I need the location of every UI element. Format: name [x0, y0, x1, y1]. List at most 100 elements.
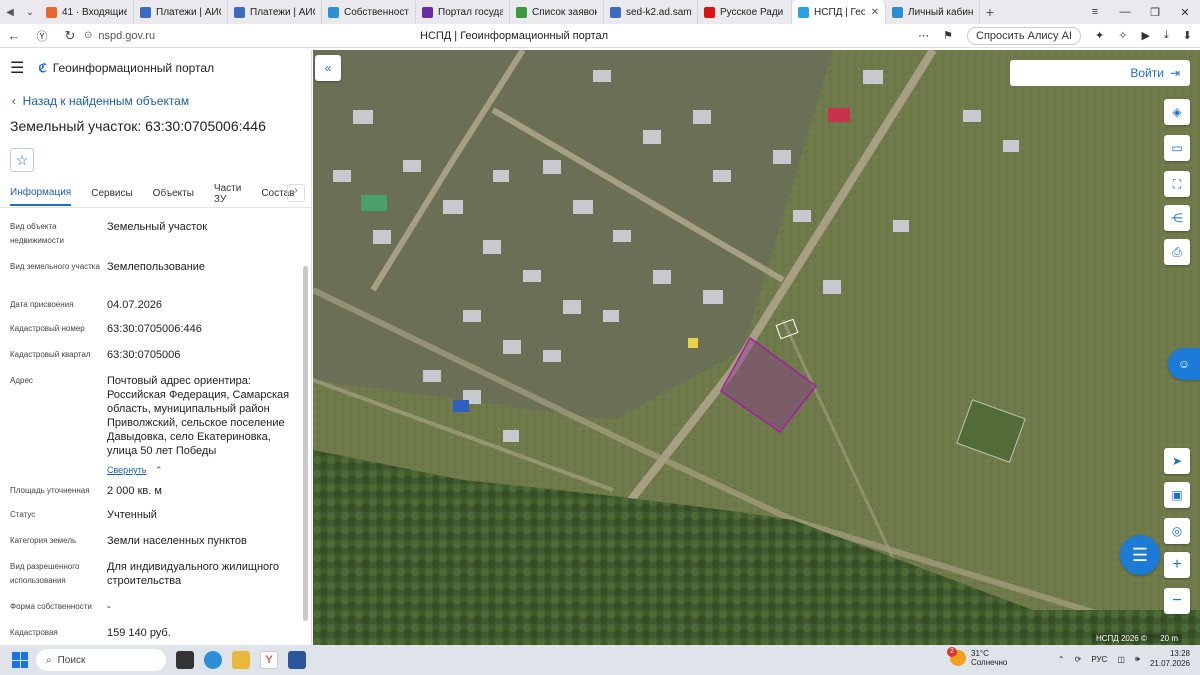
chat-bubble-icon[interactable]: ☰: [1120, 535, 1160, 575]
tab-objects[interactable]: Объекты: [153, 188, 194, 205]
download-icon[interactable]: ⤓: [1164, 29, 1169, 42]
task-view-icon[interactable]: [176, 651, 194, 669]
location-icon[interactable]: ◎: [1164, 518, 1190, 544]
browser-tab-strip: ◀ ⌄ 41 · Входящие — З Платежи | АИС го Пла…: [0, 0, 1200, 24]
weather-widget[interactable]: 2 31°C Солнечно: [947, 647, 1008, 667]
info-tabs: Информация Сервисы Объекты Части ЗУ Сост…: [0, 183, 311, 211]
property-key: Форма собственности: [10, 602, 92, 611]
tab-favicon-icon: [516, 6, 527, 18]
tab-info[interactable]: Информация: [10, 187, 72, 206]
favorite-star-icon[interactable]: ☆: [10, 148, 34, 172]
property-value: Земельный участок: [107, 221, 208, 233]
back-icon[interactable]: ←: [0, 28, 28, 43]
bookmark-icon[interactable]: ⚑: [943, 29, 953, 42]
browser-tab[interactable]: Портал государст: [416, 0, 510, 24]
browser-tab[interactable]: sed-k2.ad.samregi: [604, 0, 698, 24]
address-bar: ← Ⓨ ↻ ⊙ nspd.gov.ru НСПД | Геоинформацио…: [0, 24, 1200, 48]
new-tab-button[interactable]: +: [980, 4, 1000, 20]
property-value: Почтовый адрес ориентира: Российская Фед…: [107, 375, 290, 457]
login-button[interactable]: Войти ⇥: [1010, 60, 1190, 86]
browser-tab[interactable]: Русское Ради: [698, 0, 792, 24]
system-tray: ⌃ ⟳ РУС ◫ 🕪 13:28 21.07.2026: [1058, 649, 1190, 669]
network-icon[interactable]: ⟳: [1075, 655, 1082, 664]
tabs-scroll-right-icon[interactable]: ›: [287, 184, 305, 202]
browser-tab[interactable]: Платежи | АИС го: [134, 0, 228, 24]
minimap-icon[interactable]: ▣: [1164, 482, 1190, 508]
zoom-in-button[interactable]: +: [1164, 552, 1190, 578]
url-field[interactable]: nspd.gov.ru: [98, 30, 398, 42]
tab-list-chevron-icon[interactable]: ⌄: [20, 7, 40, 18]
page-title: НСПД | Геоинформационный портал: [420, 29, 609, 42]
extension-icon[interactable]: ✦: [1095, 29, 1104, 42]
tab-label: Платежи | АИС го: [156, 6, 221, 18]
weather-temp: 31°C: [971, 649, 989, 658]
sun-icon: 2: [947, 647, 966, 666]
windows-start-icon[interactable]: [12, 652, 28, 668]
layers-icon[interactable]: ◈: [1164, 99, 1190, 125]
close-window-button[interactable]: ✕: [1170, 6, 1200, 19]
tab-parts[interactable]: Части ЗУ: [214, 183, 241, 211]
print-icon[interactable]: ⎙: [1164, 239, 1190, 265]
property-key: Адрес: [10, 376, 33, 385]
browser-tab[interactable]: 41 · Входящие — З: [40, 0, 134, 24]
property-value: Для индивидуального жилищного строительс…: [107, 561, 280, 587]
volume-icon[interactable]: 🕪: [1135, 654, 1140, 664]
satellite-map[interactable]: « Войти ⇥ ◈ ▭ ⛶ ⋲ ⎙ ☺ ➤ ▣ ◎ ☰ + − НСПД 2…: [313, 50, 1200, 645]
clock[interactable]: 13:28 21.07.2026: [1150, 649, 1190, 669]
browser-tab[interactable]: Личный кабинет: [886, 0, 980, 24]
select-area-icon[interactable]: ⛶: [1164, 171, 1190, 197]
share-icon[interactable]: ⋲: [1164, 205, 1190, 231]
window-menu-icon[interactable]: ≡: [1080, 6, 1110, 19]
alice-button[interactable]: Спросить Алису AI: [967, 26, 1081, 45]
edge-icon[interactable]: [204, 651, 222, 669]
property-key: Категория земель: [10, 536, 77, 545]
ruler-icon[interactable]: ▭: [1164, 135, 1190, 161]
wifi-icon[interactable]: ◫: [1117, 655, 1125, 664]
chat-assistant-icon[interactable]: ☺: [1168, 348, 1200, 380]
login-icon: ⇥: [1169, 66, 1180, 80]
collapse-link[interactable]: Свернуть ⌃: [107, 460, 162, 478]
file-explorer-icon[interactable]: [232, 651, 250, 669]
property-value: 63:30:0705006: [107, 349, 181, 361]
downloads-icon[interactable]: ⬇: [1183, 29, 1192, 42]
tab-favicon-icon: [704, 6, 715, 18]
browser-tab[interactable]: Список заявок —: [510, 0, 604, 24]
chevron-up-icon[interactable]: ⌃: [1058, 655, 1065, 664]
panel-scrollbar[interactable]: [303, 266, 308, 621]
search-icon: ⌕: [46, 654, 52, 666]
object-title: Земельный участок: 63:30:0705006:446: [10, 118, 266, 134]
tab-favicon-icon: [798, 6, 809, 18]
maximize-button[interactable]: ❐: [1140, 6, 1170, 19]
yandex-browser-icon[interactable]: Y: [260, 651, 278, 669]
tab-services[interactable]: Сервисы: [91, 188, 132, 205]
puzzle-icon[interactable]: ✧: [1118, 29, 1127, 42]
yandex-icon[interactable]: Ⓨ: [28, 28, 56, 44]
word-icon[interactable]: [288, 651, 306, 669]
minimize-button[interactable]: —: [1110, 6, 1140, 19]
clock-date: 21.07.2026: [1149, 659, 1190, 668]
taskbar-search-input[interactable]: ⌕ Поиск: [36, 649, 166, 671]
zoom-out-button[interactable]: −: [1164, 588, 1190, 614]
tab-favicon-icon: [610, 6, 621, 18]
browser-tab[interactable]: НСПД | Геоинф ✕: [792, 0, 886, 24]
tab-favicon-icon: [140, 6, 151, 18]
play-icon[interactable]: ▶: [1141, 29, 1149, 42]
tab-label: Личный кабинет: [908, 6, 973, 18]
property-key: Вид объекта недвижимости: [10, 222, 64, 245]
property-value: 2 000 кв. м: [107, 485, 162, 497]
menu-icon[interactable]: ☰: [10, 58, 24, 78]
browser-tab[interactable]: Платежи | АИС го: [228, 0, 322, 24]
property-value: 04.07.2026: [107, 299, 163, 311]
browser-tab[interactable]: Собственность-W: [322, 0, 416, 24]
weather-desc: Солнечно: [971, 658, 1008, 667]
language-indicator[interactable]: РУС: [1091, 655, 1107, 664]
lock-icon: ⊙: [84, 30, 93, 41]
back-to-results-link[interactable]: ‹ Назад к найденным объектам: [0, 94, 311, 112]
property-key: Дата присвоения: [10, 300, 74, 309]
close-tab-icon[interactable]: ✕: [871, 7, 879, 18]
more-icon[interactable]: ⋯: [918, 29, 929, 42]
tab-audio-icon[interactable]: ◀: [0, 7, 20, 18]
navigate-icon[interactable]: ➤: [1164, 448, 1190, 474]
reload-icon[interactable]: ↻: [56, 28, 84, 44]
collapse-panel-button[interactable]: «: [315, 55, 341, 81]
